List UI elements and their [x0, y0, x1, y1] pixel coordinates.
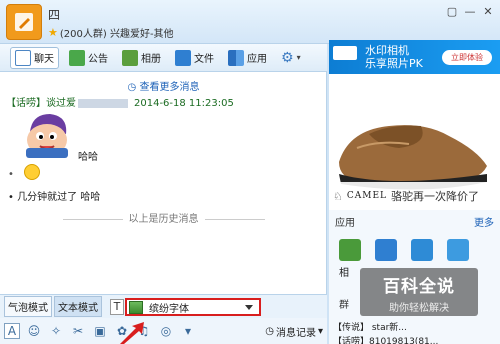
- annotation-arrow-icon: [120, 322, 144, 344]
- close-button[interactable]: ✕: [482, 6, 494, 18]
- image-icon[interactable]: ▣: [92, 323, 108, 339]
- files-app-icon[interactable]: [375, 239, 397, 261]
- tab-label: 聊天: [34, 54, 54, 65]
- gear-icon: ⚙: [281, 49, 294, 66]
- history-label: 消息记录: [275, 327, 316, 339]
- watermark-title: 百科全说: [383, 277, 455, 297]
- more-messages-link[interactable]: ◷ 查看更多消息: [0, 78, 327, 93]
- ad-banner-button[interactable]: 立即体验: [442, 50, 492, 65]
- cartoon-avatar: [26, 114, 68, 158]
- tab-chat[interactable]: 聊天: [10, 46, 59, 69]
- chevron-down-icon: ▾: [317, 325, 323, 337]
- sender-name: 【话唠】谈过爱: [6, 98, 76, 109]
- tab-apps[interactable]: 应用: [224, 47, 271, 69]
- more-icon[interactable]: ▾: [180, 323, 196, 339]
- tab-settings[interactable]: ⚙ ▾: [277, 47, 305, 69]
- font-style-icon[interactable]: T: [110, 298, 124, 315]
- watermark: 百科全说 助你轻松解决: [360, 268, 478, 316]
- app-header: 应用 更多: [329, 210, 500, 233]
- camel-caption: ♘ CAMEL 骆驼再一次降价了: [329, 182, 500, 210]
- group-avatar[interactable]: [6, 4, 42, 40]
- ad-logo: [333, 46, 357, 60]
- more-messages-text: 查看更多消息: [139, 82, 200, 93]
- star-icon: ★: [48, 26, 58, 39]
- smile-emoji-icon: [24, 164, 40, 180]
- tab-album[interactable]: 相册: [118, 47, 165, 69]
- history-divider: 以上是历史消息: [0, 210, 327, 225]
- message-header: 【话唠】谈过爱 2014-6-18 11:23:05: [6, 94, 234, 109]
- announcement-icon: [69, 49, 85, 66]
- font-icon[interactable]: A: [4, 323, 20, 339]
- message-time: 2014-6-18 11:23:05: [134, 98, 234, 109]
- apps-icon: [228, 49, 244, 66]
- input-toolbar: A ☺ ✧ ✂ ▣ ✿ ♫ ◎ ▾ ◷ 消息记录 ▾: [0, 318, 327, 344]
- group-subtitle: (200人群) 兴趣爱好-其他: [59, 29, 174, 40]
- watermark-subtitle: 助你轻松解决: [389, 303, 449, 314]
- message-text: 哈哈: [78, 152, 98, 163]
- emoji-icon[interactable]: ☺: [26, 323, 42, 339]
- title-bar: 四 ★ (200人群) 兴趣爱好-其他 ▢ — ✕: [0, 0, 500, 44]
- tab-label: 公告: [88, 54, 108, 65]
- tab-label: 文件: [194, 54, 214, 65]
- camel-logo-icon: ♘: [333, 189, 343, 203]
- member-item[interactable]: 【话唠】81019813(81...: [333, 334, 438, 344]
- message-bullet: •: [8, 169, 14, 180]
- message-history-button[interactable]: ◷ 消息记录 ▾: [265, 324, 323, 339]
- screenshot-icon[interactable]: ✂: [70, 323, 86, 339]
- blurred-name: [78, 98, 128, 108]
- font-select-value: 缤纷字体: [149, 303, 189, 315]
- clock-icon: ◷: [265, 325, 274, 337]
- member-item[interactable]: 【传说】 star新...: [333, 320, 407, 333]
- camel-slogan: 骆驼再一次降价了: [391, 190, 480, 203]
- voice-icon[interactable]: ◎: [158, 323, 174, 339]
- app-icons: [329, 233, 500, 267]
- clock-icon: ◷: [127, 82, 137, 93]
- font-preview-icon: [129, 300, 143, 314]
- app-more-link[interactable]: 更多: [474, 214, 494, 229]
- folder-icon: [175, 49, 191, 66]
- text-mode-button[interactable]: 文本模式: [54, 296, 102, 317]
- ad-banner[interactable]: 水印相机 乐享照片PK 立即体验: [329, 40, 500, 74]
- ad-banner-text: 水印相机 乐享照片PK: [365, 44, 423, 70]
- message-line: • 几分钟就过了 哈哈: [8, 192, 101, 203]
- app-label: 相: [339, 268, 349, 279]
- magic-wand-icon[interactable]: ✧: [48, 323, 64, 339]
- chevron-down-icon: ▾: [296, 53, 301, 62]
- group-info: ★ (200人群) 兴趣爱好-其他: [48, 25, 174, 40]
- window-controls: ▢ — ✕: [446, 6, 494, 18]
- album-app-icon[interactable]: [339, 239, 361, 261]
- restore-button[interactable]: ▢: [446, 6, 458, 18]
- tab-bar: 聊天 公告 相册 文件 应用 ⚙ ▾: [0, 44, 327, 72]
- album-icon: [122, 49, 138, 66]
- chevron-down-icon: [245, 304, 253, 310]
- minimize-button[interactable]: —: [464, 6, 476, 18]
- members-label: 群: [339, 300, 349, 311]
- tab-announcement[interactable]: 公告: [65, 47, 112, 69]
- chart-app-icon[interactable]: [411, 239, 433, 261]
- tab-label: 相册: [141, 54, 161, 65]
- info-app-icon[interactable]: [447, 239, 469, 261]
- app-header-title: 应用: [335, 218, 355, 229]
- pencil-icon: [15, 13, 33, 31]
- group-name: 四: [48, 8, 62, 22]
- tab-files[interactable]: 文件: [171, 47, 218, 69]
- camel-logo: CAMEL: [346, 191, 388, 201]
- chat-area[interactable]: ◷ 查看更多消息 【话唠】谈过爱 2014-6-18 11:23:05 哈哈 • …: [0, 72, 327, 294]
- tab-label: 应用: [247, 54, 267, 65]
- font-select[interactable]: 缤纷字体: [125, 298, 261, 316]
- bubble-mode-button[interactable]: 气泡模式: [4, 296, 52, 317]
- chat-icon: [15, 49, 31, 66]
